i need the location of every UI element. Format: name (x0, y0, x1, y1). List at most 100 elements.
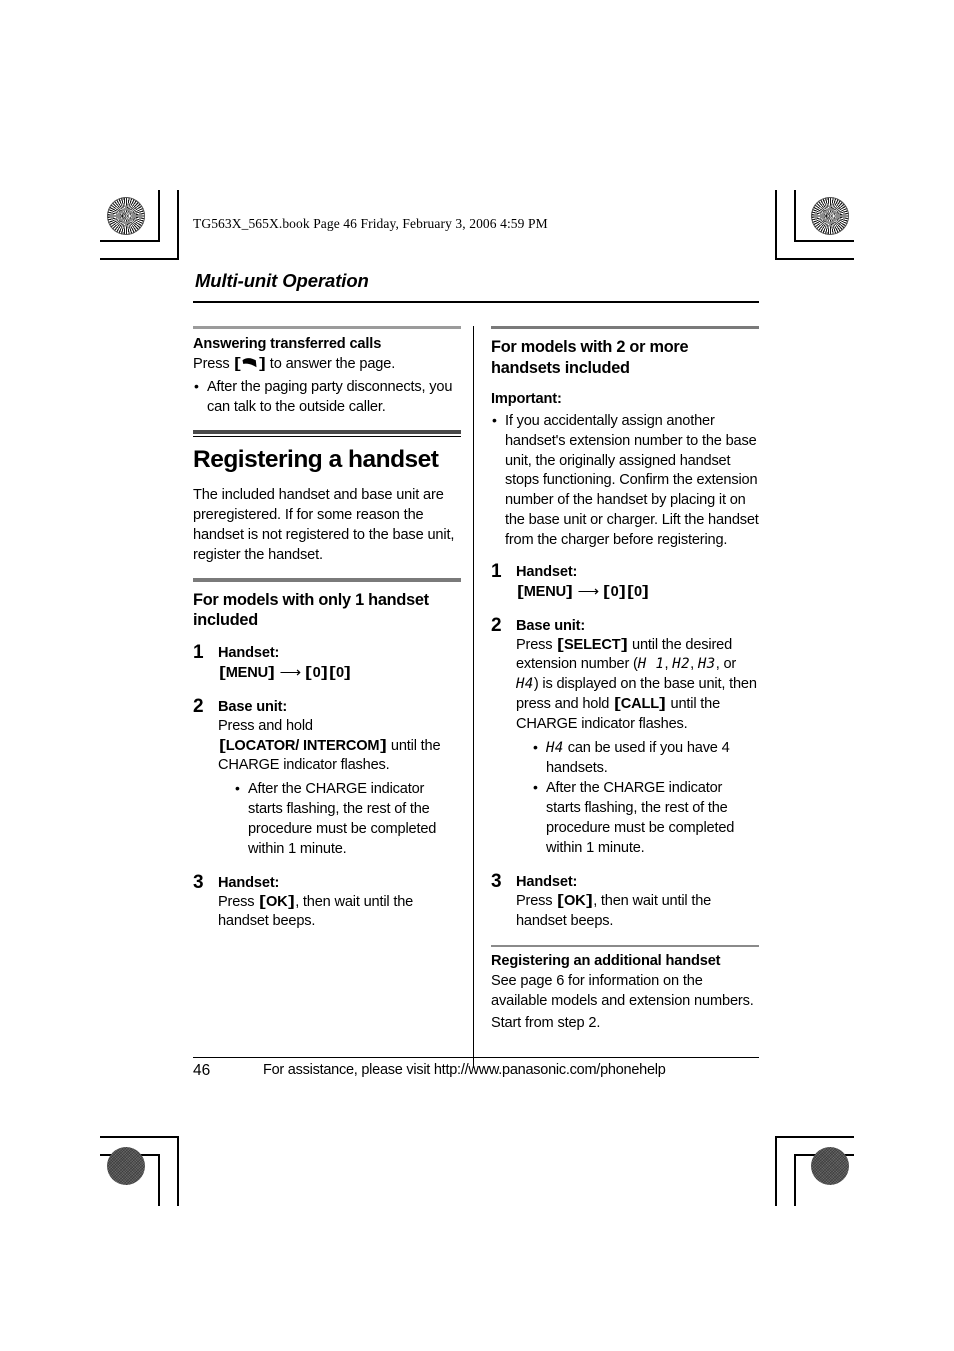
step-bullet-list: After the CHARGE indicator starts flashi… (234, 779, 461, 859)
key-intercom-label: INTERCOM (302, 737, 380, 754)
step-label: Handset: (516, 563, 578, 580)
key-menu: [MENU] (516, 583, 573, 600)
additional-paragraph-1: See page 6 for information on the availa… (491, 973, 754, 1010)
answering-bullet-list: After the paging party disconnects, you … (193, 377, 461, 418)
step-number: 3 (193, 871, 204, 893)
right-column: For models with 2 or more handsets inclu… (491, 325, 759, 1047)
key-zero-a: [0] (305, 664, 328, 681)
column-divider (473, 325, 475, 1068)
registration-target-icon (459, 1110, 493, 1144)
step-body: Press and hold [LOCATOR/ INTERCOM] until… (218, 717, 461, 777)
list-item: After the CHARGE indicator starts flashi… (532, 778, 759, 858)
section-rule (193, 578, 461, 582)
registration-starburst-icon (811, 197, 849, 235)
step-body-pre: Press and hold (218, 717, 313, 734)
section-rule (491, 325, 759, 329)
registering-intro-paragraph: The included handset and base unit are p… (193, 487, 455, 563)
registration-target-icon (761, 205, 795, 239)
step-number: 1 (193, 641, 204, 663)
key-call-label: CALL (620, 696, 659, 713)
key-zero-b: [0] (626, 583, 649, 600)
key-select-label: SELECT (563, 636, 621, 653)
talk-phone-icon (241, 357, 258, 370)
extension-number-h4: H4 (516, 676, 534, 693)
additional-paragraph-2: Start from step 2. (491, 1015, 601, 1032)
answering-instruction-pre: Press (193, 356, 234, 373)
registration-target-icon (107, 655, 141, 689)
key-zero-a-label: 0 (312, 664, 321, 681)
step-body-pre: Press (218, 893, 259, 910)
footer-assistance-note: For assistance, please visit http://www.… (263, 1062, 666, 1078)
step-label: Base unit: (516, 617, 586, 634)
left-column: Answering transferred calls Press [] to … (193, 325, 461, 1047)
crop-mark-line (794, 240, 854, 242)
section-rule (193, 325, 461, 329)
important-bullet-list: If you accidentally assign another hands… (491, 411, 759, 551)
registration-target-icon (811, 256, 845, 290)
step-item: 1 Handset: [MENU] ⟶ [0][0] (491, 560, 759, 603)
registration-dot-icon (107, 1147, 145, 1185)
key-menu: [MENU] (218, 664, 275, 681)
talk-key-group: [] (234, 356, 266, 373)
step-label: Handset: (218, 644, 280, 661)
important-label: Important: (491, 391, 562, 408)
registration-target-icon (811, 655, 845, 689)
list-item: After the CHARGE indicator starts flashi… (234, 779, 461, 859)
section-rule (491, 945, 759, 947)
step-number: 1 (491, 560, 502, 582)
registration-target-icon (811, 1066, 845, 1100)
key-zero-b: [0] (328, 664, 351, 681)
sep: , (690, 656, 698, 673)
page-number: 46 (193, 1062, 211, 1079)
step-item: 2 Base unit: Press and hold [LOCATOR/ IN… (193, 695, 461, 860)
answering-instruction-post: to answer the page. (265, 356, 396, 373)
chapter-title: Multi-unit Operation (195, 270, 369, 291)
step-bullet-list: H4 can be used if you have 4 handsets. A… (532, 738, 759, 859)
book-running-head: TG563X_565X.book Page 46 Friday, Februar… (193, 216, 548, 231)
two-column-layout: Answering transferred calls Press [] to … (193, 325, 759, 1068)
section-rule-double (193, 429, 461, 437)
extension-number-h2: H2 (672, 656, 691, 673)
registration-dot-icon (811, 1147, 849, 1185)
step-number: 3 (491, 870, 502, 892)
step-body-pre: Press (516, 892, 557, 909)
step-number: 2 (193, 695, 204, 717)
key-ok: [OK] (258, 893, 295, 910)
extension-number-h4: H4 (546, 739, 564, 756)
list-item: H4 can be used if you have 4 handsets. (532, 738, 759, 779)
step-body: Press [SELECT] until the desired extensi… (516, 636, 759, 735)
list-item: After the paging party disconnects, you … (193, 377, 461, 418)
key-select: [SELECT] (556, 636, 628, 653)
key-zero-b-label: 0 (335, 664, 344, 681)
chapter-rule (193, 301, 759, 303)
registration-target-icon (107, 1066, 141, 1100)
step-item: 2 Base unit: Press [SELECT] until the de… (491, 615, 759, 859)
registration-target-icon (107, 256, 141, 290)
key-call: [CALL] (613, 696, 666, 713)
key-ok: [OK] (556, 892, 593, 909)
step-label: Handset: (218, 874, 280, 891)
step-item: 3 Handset: Press [OK], then wait until t… (193, 871, 461, 933)
key-ok-label: OK (265, 893, 288, 910)
step-keys: [MENU] ⟶ [0][0] (516, 582, 759, 603)
heading-registering-additional-handset: Registering an additional handset (491, 952, 721, 969)
arrow-icon: ⟶ (279, 663, 302, 681)
arrow-icon: ⟶ (577, 582, 600, 600)
extension-number-h1: H 1 (637, 656, 665, 673)
answering-instruction: Press [] to answer the page. (193, 355, 461, 375)
step-label: Handset: (516, 873, 578, 890)
steps-one-handset: 1 Handset: [MENU] ⟶ [0][0] 2 Base unit: Pr… (193, 641, 461, 933)
registration-target-icon (159, 1138, 193, 1172)
registration-target-icon (159, 205, 193, 239)
list-item-text: can be used if you have 4 handsets. (546, 739, 730, 776)
key-menu-label: MENU (225, 664, 268, 681)
heading-answering-transferred-calls: Answering transferred calls (193, 335, 382, 352)
step-body: Press [OK], then wait until the handset … (218, 893, 461, 933)
extension-number-h3: H3 (697, 656, 716, 673)
registration-target-icon (761, 1138, 795, 1172)
step-item: 1 Handset: [MENU] ⟶ [0][0] (193, 641, 461, 684)
list-item: If you accidentally assign another hands… (491, 411, 759, 551)
key-locator-label: LOCATOR/ (225, 737, 300, 754)
key-locator-intercom: [LOCATOR/ INTERCOM] (218, 737, 387, 754)
steps-two-handsets: 1 Handset: [MENU] ⟶ [0][0] 2 Base unit: Pr… (491, 560, 759, 932)
